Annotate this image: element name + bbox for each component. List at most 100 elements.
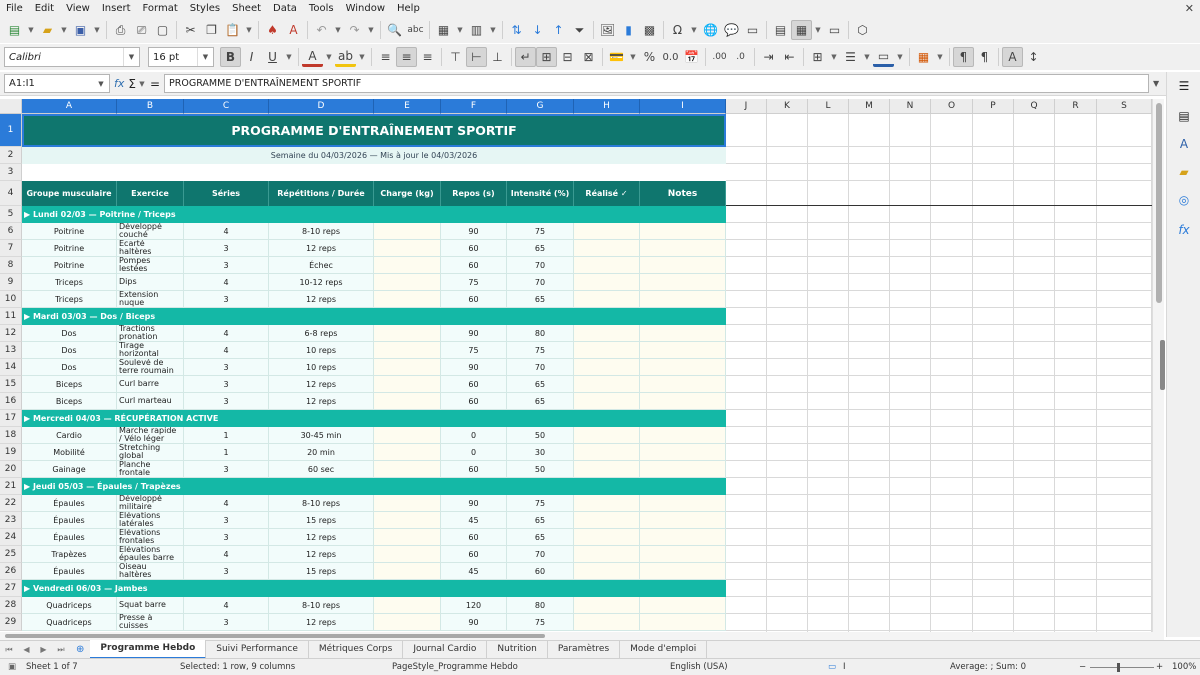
font-size-box[interactable]: 16 pt ▼ — [148, 47, 214, 67]
hyperlink-icon[interactable]: 🌐 — [700, 20, 721, 40]
data-cell[interactable]: 60 — [441, 240, 507, 257]
data-cell[interactable]: 65 — [507, 393, 574, 410]
column-title[interactable]: Groupe musculaire — [22, 181, 117, 206]
row-header[interactable]: 22 — [0, 495, 22, 512]
data-cell[interactable]: 4 — [184, 495, 269, 512]
data-cell[interactable]: 65 — [507, 376, 574, 393]
input-cell[interactable] — [374, 223, 441, 240]
border-color-dropdown-icon[interactable]: ▼ — [894, 47, 906, 67]
column-title[interactable]: Repos (s) — [441, 181, 507, 206]
input-cell[interactable] — [574, 376, 640, 393]
menu-icon[interactable]: ☰ — [1176, 78, 1192, 94]
input-cell[interactable] — [574, 512, 640, 529]
menu-help[interactable]: Help — [391, 0, 426, 17]
data-cell[interactable]: 60 — [507, 563, 574, 580]
input-cell[interactable] — [640, 223, 726, 240]
input-cell[interactable] — [574, 257, 640, 274]
align-center-icon[interactable]: ≡ — [396, 47, 417, 67]
data-cell[interactable]: 4 — [184, 342, 269, 359]
sheet-tab[interactable]: Mode d'emploi — [620, 641, 708, 658]
data-cell[interactable]: 45 — [441, 563, 507, 580]
underline-dropdown-icon[interactable]: ▼ — [283, 47, 295, 67]
merge-center-icon[interactable]: ⊞ — [536, 47, 557, 67]
conditional-format-dropdown-icon[interactable]: ▼ — [934, 47, 946, 67]
input-cell[interactable] — [640, 529, 726, 546]
column-header-p[interactable]: P — [973, 99, 1014, 114]
row-header[interactable]: 2 — [0, 147, 22, 164]
input-cell[interactable] — [640, 427, 726, 444]
input-cell[interactable] — [574, 274, 640, 291]
print-preview-icon[interactable]: ▢ — [152, 20, 173, 40]
decrease-indent-icon[interactable]: ⇤ — [779, 47, 800, 67]
zoom-slider-knob[interactable] — [1117, 663, 1120, 672]
function-wizard-icon[interactable]: fx — [114, 77, 124, 90]
input-cell[interactable] — [374, 257, 441, 274]
right-to-left-icon[interactable]: ¶ — [974, 47, 995, 67]
data-cell[interactable]: 3 — [184, 240, 269, 257]
font-color-icon[interactable]: A — [302, 47, 323, 67]
data-cell[interactable]: 4 — [184, 546, 269, 563]
data-cell[interactable]: 15 reps — [269, 563, 374, 580]
insert-chart-icon[interactable]: ▮ — [618, 20, 639, 40]
data-cell[interactable]: 3 — [184, 614, 269, 631]
data-cell[interactable]: 0 — [441, 444, 507, 461]
day-section-header[interactable]: ▶ Lundi 02/03 — Poitrine / Triceps — [22, 206, 726, 223]
sidebar-resize-handle[interactable] — [1160, 340, 1165, 390]
data-cell[interactable]: Épaules — [22, 512, 117, 529]
last-sheet-icon[interactable]: ⏭ — [57, 645, 64, 655]
data-cell[interactable]: Extension nuque — [117, 291, 184, 308]
input-cell[interactable] — [640, 563, 726, 580]
data-cell[interactable]: Élévations frontales — [117, 529, 184, 546]
data-cell[interactable]: 8-10 reps — [269, 495, 374, 512]
delete-decimal-icon[interactable]: .0 — [730, 47, 751, 67]
styles-icon[interactable]: A — [1176, 136, 1192, 152]
name-box[interactable]: A1:I1 ▼ — [4, 74, 110, 93]
data-cell[interactable]: 90 — [441, 223, 507, 240]
input-cell[interactable] — [374, 495, 441, 512]
row-header[interactable]: 16 — [0, 393, 22, 410]
data-cell[interactable]: 60 — [441, 529, 507, 546]
input-cell[interactable] — [574, 325, 640, 342]
freeze-dropdown-icon[interactable]: ▼ — [812, 20, 824, 40]
input-cell[interactable] — [640, 240, 726, 257]
row-dropdown-icon[interactable]: ▼ — [454, 20, 466, 40]
input-cell[interactable] — [574, 393, 640, 410]
input-cell[interactable] — [574, 529, 640, 546]
sum-dropdown-icon[interactable]: ▼ — [136, 74, 148, 94]
data-cell[interactable]: Épaules — [22, 563, 117, 580]
data-cell[interactable]: Squat barre — [117, 597, 184, 614]
close-document-icon[interactable]: ✕ — [1185, 0, 1194, 17]
blank-row[interactable] — [22, 164, 726, 181]
input-cell[interactable] — [640, 359, 726, 376]
input-cell[interactable] — [640, 614, 726, 631]
sort-descending-icon[interactable]: ↑ — [548, 20, 569, 40]
data-cell[interactable]: 4 — [184, 223, 269, 240]
data-cell[interactable]: Dips — [117, 274, 184, 291]
data-cell[interactable]: Développé militaire — [117, 495, 184, 512]
add-sheet-icon[interactable]: ⊕ — [70, 644, 90, 655]
autofilter-icon[interactable]: ⏷ — [569, 20, 590, 40]
document-modified-icon[interactable]: ▣ — [8, 662, 16, 672]
input-cell[interactable] — [374, 444, 441, 461]
data-cell[interactable]: 10-12 reps — [269, 274, 374, 291]
data-cell[interactable]: 0 — [441, 427, 507, 444]
data-cell[interactable]: 3 — [184, 376, 269, 393]
data-cell[interactable]: 60 sec — [269, 461, 374, 478]
data-cell[interactable]: Stretching global — [117, 444, 184, 461]
border-style-icon[interactable]: ☰ — [840, 47, 861, 67]
italic-icon[interactable]: I — [241, 47, 262, 67]
data-cell[interactable]: Mobilité — [22, 444, 117, 461]
row-header[interactable]: 6 — [0, 223, 22, 240]
data-cell[interactable]: 30-45 min — [269, 427, 374, 444]
data-cell[interactable]: 60 — [441, 291, 507, 308]
column-header-o[interactable]: O — [931, 99, 973, 114]
input-cell[interactable] — [640, 444, 726, 461]
chevron-down-icon[interactable]: ▼ — [123, 48, 139, 66]
select-all-corner[interactable] — [0, 99, 22, 114]
row-header[interactable]: 7 — [0, 240, 22, 257]
input-cell[interactable] — [574, 614, 640, 631]
data-cell[interactable]: 12 reps — [269, 240, 374, 257]
column-title[interactable]: Réalisé ✓ — [574, 181, 640, 206]
input-cell[interactable] — [374, 614, 441, 631]
data-cell[interactable]: Soulevé de terre roumain — [117, 359, 184, 376]
